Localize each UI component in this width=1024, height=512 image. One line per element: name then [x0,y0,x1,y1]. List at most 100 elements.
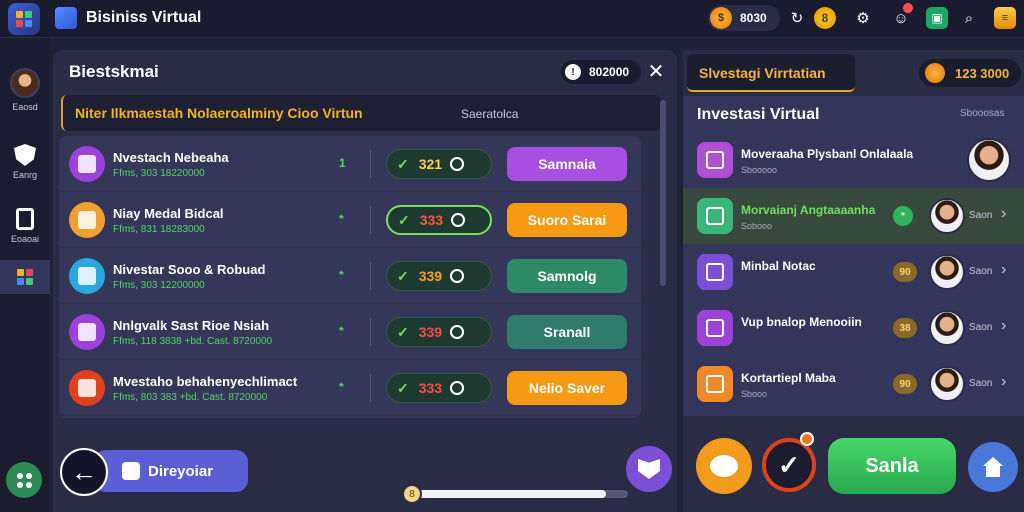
avatar[interactable] [929,366,965,402]
table-row[interactable]: Nivestar Sooo & Robuad Ffms, 303 1220000… [59,248,641,304]
chevron-right-icon[interactable]: › [1001,205,1006,223]
check-icon: ✓ [398,211,410,228]
price-pill[interactable]: ✓ 333 [386,205,492,235]
action-label: Samnolg [537,268,597,284]
item-title: Morvaianj Angtaaaanha [741,203,876,217]
list-item[interactable]: Minbal Notac 90 Saon › [683,244,1024,300]
send-button[interactable]: Sanla [828,438,956,494]
chevron-right-icon[interactable]: › [1001,373,1006,391]
list-item[interactable]: Vup bnalop Menooiin 38 Saon › [683,300,1024,356]
action-button[interactable]: Sranall [507,315,627,349]
direction-button[interactable]: Direyoiar [94,450,248,492]
coin-icon: $ [710,7,732,29]
close-icon[interactable]: ✕ [645,59,667,84]
item-badge: 90 [893,262,917,282]
price-pill[interactable]: ✓ 339 [386,317,492,347]
bag-icon [16,208,34,230]
list-subtitle: Sbooosas [960,108,1005,119]
item-badge: * [893,206,913,226]
price-value: 339 [418,268,443,284]
info-icon: ! [565,64,581,80]
home-button[interactable] [968,442,1018,492]
coins-stack-icon[interactable]: ≡ [994,7,1016,29]
avatar[interactable] [929,254,965,290]
action-button[interactable]: Suoro Sarai [507,203,627,237]
scrollbar-thumb[interactable] [660,100,666,286]
sidebar-item-label: Eoaoai [10,234,40,244]
chevron-right-icon[interactable]: › [1001,317,1006,335]
list-item[interactable]: Morvaianj Angtaaaanha Sobooo * Saon › [683,188,1024,244]
item-count: Saon [969,378,993,389]
coin-balance-chip[interactable]: $ 8030 [708,5,780,31]
shield-button[interactable] [626,446,672,492]
coin-badge: 8 [821,11,829,25]
list-item[interactable]: Kortartiepl Maba Sbooo 90 Saon › [683,356,1024,412]
row-subtitle: Ffms, 303 18220000 [113,168,205,179]
refresh-icon[interactable]: ↻ [786,7,808,29]
brand-title: Bisiniss Virtual [86,9,202,26]
sidebar-item-grid[interactable] [0,260,50,294]
item-title: Kortartiepl Maba [741,371,836,385]
notification-badge [903,3,913,13]
sidebar-item-profile[interactable]: Eaosd [0,68,50,112]
price-value: 333 [418,380,443,396]
coin-value: 8030 [740,11,767,25]
row-title: Nivestar Sooo & Robuad [113,262,266,277]
list-item[interactable]: Moveraaha Plysbanl Onlalaala Sbooooo [683,132,1024,188]
progress-fill [412,490,607,498]
coin-outline-icon [450,157,465,171]
table-row[interactable]: Niay Medal Bidcal Ffms, 831 18283000 * ✓… [59,192,641,248]
wallet-icon[interactable]: ▣ [926,7,948,29]
investment-icon [69,314,105,350]
check-icon: ✓ [778,449,800,480]
back-button[interactable]: ← [60,448,108,496]
action-button[interactable]: Samnolg [507,259,627,293]
slider-knob[interactable]: 8 [402,484,422,504]
chat-button[interactable] [696,438,752,494]
row-marker: * [339,212,344,226]
item-icon [697,142,733,178]
filter-bar[interactable]: Niter Ilkmaestah Nolaeroalminy Cioo Virt… [61,95,661,131]
progress-slider[interactable]: 8 [402,484,628,504]
action-button[interactable]: Samnaia [507,147,627,181]
coin-icon [925,63,945,83]
gold-coin-icon[interactable]: 8 [814,7,836,29]
sidebar-item-security[interactable]: Eanrg [0,144,50,180]
settings-icon[interactable]: ⚙ [852,7,874,29]
list-title: Investasi Virtual [697,106,820,123]
table-row[interactable]: Nvestach Nebeaha Ffms, 303 18220000 1 ✓ … [59,136,641,192]
check-icon: ✓ [397,379,409,396]
avatar[interactable] [967,138,1011,182]
slider-knob-label: 8 [409,488,415,500]
item-title: Minbal Notac [741,259,816,273]
table-row[interactable]: Nnlgvalk Sast Rioe Nsiah Ffms, 118 3838 … [59,304,641,360]
action-label: Sranall [543,324,591,340]
item-title: Vup bnalop Menooiin [741,315,862,329]
row-title: Nnlgvalk Sast Rioe Nsiah [113,318,270,333]
action-button[interactable]: Nelio Saver [507,371,627,405]
app-logo[interactable] [8,3,40,35]
row-title: Mvestaho behahenyechlimact [113,374,298,389]
apps-icon [16,472,32,488]
apps-button[interactable] [6,462,42,498]
avatar[interactable] [929,198,965,234]
search-icon[interactable]: ⌕ [958,7,980,29]
price-pill[interactable]: ✓ 333 [386,373,492,403]
price-pill[interactable]: ✓ 321 [386,149,492,179]
home-icon [983,457,1003,477]
sidebar-item-bag[interactable]: Eoaoai [0,208,50,244]
coin-outline-icon [450,269,465,283]
item-subtitle: Sobooo [741,221,773,231]
row-title: Nvestach Nebeaha [113,150,229,165]
tab-virtual-investment[interactable]: Slvestagi Virrtatian [687,54,855,92]
row-subtitle: Ffms, 803 383 +bd. Cast. 8720000 [113,392,268,403]
table-row[interactable]: Mvestaho behahenyechlimact Ffms, 803 383… [59,360,641,416]
timer-button[interactable]: ✓ [762,438,816,492]
chevron-right-icon[interactable]: › [1001,261,1006,279]
chat-icon [710,455,738,477]
avatar[interactable] [929,310,965,346]
filter-tab[interactable]: Saeratolca [461,107,518,121]
direction-label: Direyoiar [148,462,214,480]
price-pill[interactable]: ✓ 339 [386,261,492,291]
scrollbar[interactable] [660,100,666,286]
